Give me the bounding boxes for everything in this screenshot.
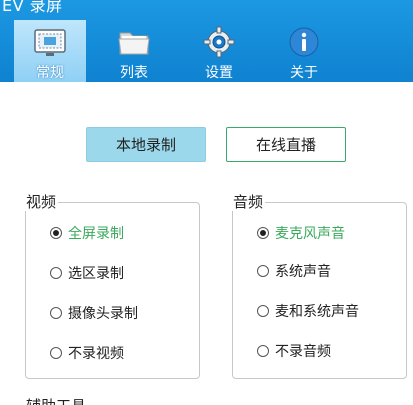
tab-general[interactable]: 常规 (14, 20, 86, 82)
radio-button[interactable] (257, 265, 269, 277)
radio-button[interactable] (50, 267, 62, 279)
video-option-fullscreen[interactable]: 全屏录制 (50, 223, 124, 243)
radio-button[interactable] (50, 347, 62, 359)
title-bar: EV 录屏 常规 列表 设置 关于 (0, 0, 413, 82)
local-record-button[interactable]: 本地录制 (86, 127, 206, 162)
tab-list[interactable]: 列表 (98, 20, 170, 82)
tab-label: 列表 (120, 65, 148, 81)
folder-icon (118, 32, 150, 55)
radio-button[interactable] (257, 345, 269, 357)
audio-option-system[interactable]: 系统声音 (257, 261, 331, 281)
tab-label: 常规 (36, 65, 64, 81)
radio-label: 摄像头录制 (68, 306, 138, 322)
radio-label: 全屏录制 (68, 226, 124, 242)
tab-about[interactable]: 关于 (268, 20, 340, 82)
radio-label: 选区录制 (68, 266, 124, 282)
video-group-title: 视频 (24, 193, 59, 211)
tools-section-title: 辅助工具 (26, 397, 86, 405)
app-title: EV 录屏 (2, 0, 63, 15)
gear-icon (203, 26, 235, 58)
radio-label: 不录音频 (275, 344, 331, 360)
audio-option-mic-and-system[interactable]: 麦和系统声音 (257, 301, 359, 321)
radio-label: 麦和系统声音 (275, 304, 359, 320)
audio-option-mic[interactable]: 麦克风声音 (257, 223, 345, 243)
radio-label: 麦克风声音 (275, 226, 345, 242)
radio-label: 不录视频 (68, 346, 124, 362)
radio-button[interactable] (50, 307, 62, 319)
tab-settings[interactable]: 设置 (183, 20, 255, 82)
radio-button[interactable] (50, 227, 62, 239)
video-option-none[interactable]: 不录视频 (50, 343, 124, 363)
tab-label: 关于 (290, 65, 318, 81)
video-group: 视频 全屏录制 选区录制 摄像头录制 不录视频 (24, 193, 200, 379)
tab-label: 设置 (205, 65, 233, 81)
radio-label: 系统声音 (275, 264, 331, 280)
radio-button[interactable] (257, 227, 269, 239)
info-icon (289, 27, 319, 57)
radio-button[interactable] (257, 305, 269, 317)
video-option-region[interactable]: 选区录制 (50, 263, 124, 283)
audio-group: 音频 麦克风声音 系统声音 麦和系统声音 不录音频 (231, 193, 407, 379)
audio-option-none[interactable]: 不录音频 (257, 341, 331, 361)
audio-group-title: 音频 (231, 193, 266, 211)
live-stream-button[interactable]: 在线直播 (226, 127, 346, 162)
video-option-camera[interactable]: 摄像头录制 (50, 303, 138, 323)
screen-capture-icon (34, 29, 66, 56)
